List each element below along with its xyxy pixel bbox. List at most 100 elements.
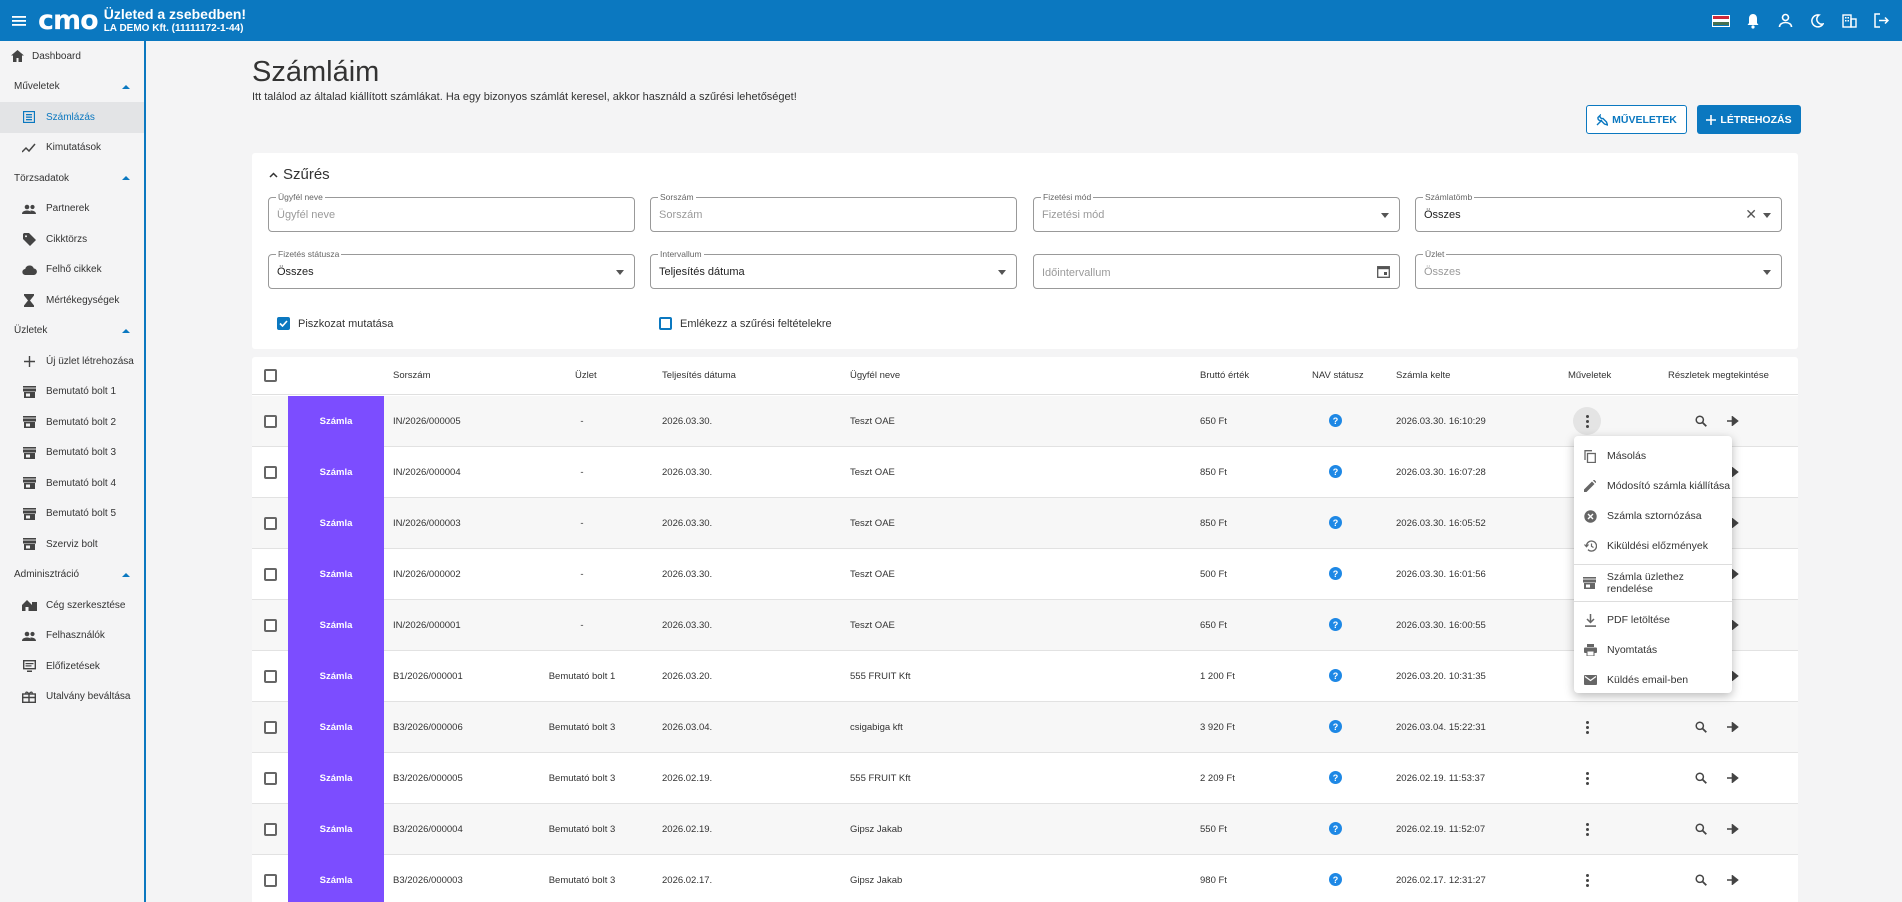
sidebar-item-new-store[interactable]: Új üzlet létrehozása [0, 346, 144, 377]
calendar-icon[interactable] [1377, 265, 1390, 278]
invoice-block-select[interactable]: Számlatömb Összes ✕ [1415, 192, 1782, 232]
menu-item-copy[interactable]: Másolás [1574, 441, 1732, 471]
table-row[interactable]: Számla B3/2026/000005 Bemutató bolt 3 2026.… [252, 753, 1798, 804]
more-vert-icon[interactable] [1579, 769, 1595, 787]
table-row[interactable]: Számla B3/2026/000006 Bemutató bolt 3 2026.… [252, 702, 1798, 753]
search-icon[interactable] [1693, 821, 1709, 837]
remember-filters-option[interactable]: Emlékezz a szűrési feltételekre [659, 317, 832, 330]
nav-status-icon[interactable]: ? [1329, 618, 1342, 631]
user-icon[interactable] [1776, 12, 1794, 30]
interval-select[interactable]: Intervallum Teljesítés dátuma [650, 249, 1017, 289]
arrow-right-icon[interactable] [1725, 770, 1741, 786]
table-row[interactable]: Számla IN/2026/000005 - 2026.03.30. Teszt OA… [252, 396, 1798, 447]
payment-method-select[interactable]: Fizetési mód Fizetési mód [1033, 192, 1400, 232]
sidebar-item-store-2[interactable]: Bemutató bolt 2 [0, 407, 144, 438]
search-icon[interactable] [1693, 770, 1709, 786]
nav-status-icon[interactable]: ? [1329, 771, 1342, 784]
nav-status-icon[interactable]: ? [1329, 822, 1342, 835]
menu-item-send-email[interactable]: Küldés email-ben [1574, 665, 1732, 695]
row-checkbox[interactable] [264, 721, 277, 734]
show-drafts-checkbox[interactable] [277, 317, 290, 330]
store-select[interactable]: Üzlet Összes [1415, 249, 1782, 289]
show-drafts-option[interactable]: Piszkozat mutatása [277, 317, 393, 330]
customer-name-field[interactable]: Ügyfél neve Ügyfél neve [268, 192, 635, 232]
menu-item-print[interactable]: Nyomtatás [1574, 635, 1732, 665]
arrow-right-icon[interactable] [1725, 719, 1741, 735]
nav-status-icon[interactable]: ? [1329, 465, 1342, 478]
menu-item-cancel[interactable]: Számla sztornózása [1574, 501, 1732, 531]
more-vert-icon[interactable] [1579, 820, 1595, 838]
nav-status-icon[interactable]: ? [1329, 669, 1342, 682]
sidebar-item-invoicing[interactable]: Számlázás [0, 102, 144, 133]
nav-status-icon[interactable]: ? [1329, 873, 1342, 886]
filter-toggle[interactable]: Szűrés [269, 166, 330, 183]
bell-icon[interactable] [1744, 12, 1762, 30]
sidebar-section-stores[interactable]: Üzletek [0, 316, 144, 347]
nav-status-icon[interactable]: ? [1329, 414, 1342, 427]
nav-status-icon[interactable]: ? [1329, 567, 1342, 580]
more-vert-icon[interactable] [1573, 407, 1601, 435]
sidebar-item-partners[interactable]: Partnerek [0, 194, 144, 225]
arrow-right-icon[interactable] [1725, 821, 1741, 837]
create-button[interactable]: LÉTREHOZÁS [1697, 105, 1801, 134]
sidebar-item-edit-company[interactable]: Cég szerkesztése [0, 590, 144, 621]
row-checkbox[interactable] [264, 772, 277, 785]
search-icon[interactable] [1693, 872, 1709, 888]
logout-icon[interactable] [1872, 12, 1890, 30]
table-row[interactable]: Számla B3/2026/000004 Bemutató bolt 3 2026.… [252, 804, 1798, 855]
table-row[interactable]: Számla B1/2026/000001 Bemutató bolt 1 2026.… [252, 651, 1798, 702]
row-checkbox[interactable] [264, 517, 277, 530]
sidebar-item-cloud-items[interactable]: Felhő cikkek [0, 255, 144, 286]
table-row[interactable]: Számla IN/2026/000004 - 2026.03.30. Teszt OA… [252, 447, 1798, 498]
remember-filters-checkbox[interactable] [659, 317, 672, 330]
sidebar-item-items[interactable]: Cikktörzs [0, 224, 144, 255]
search-icon[interactable] [1693, 413, 1709, 429]
operations-button[interactable]: MŰVELETEK [1586, 105, 1687, 134]
table-row[interactable]: Számla IN/2026/000001 - 2026.03.30. Teszt OA… [252, 600, 1798, 651]
dark-mode-icon[interactable] [1808, 12, 1826, 30]
arrow-right-icon[interactable] [1725, 872, 1741, 888]
sidebar-item-subscriptions[interactable]: Előfizetések [0, 651, 144, 682]
sidebar-section-master-data[interactable]: Törzsadatok [0, 163, 144, 194]
select-all-checkbox[interactable] [264, 369, 277, 382]
logo[interactable]: cmo [38, 7, 99, 34]
hamburger-menu-icon[interactable] [0, 0, 38, 41]
sidebar-item-units[interactable]: Mértékegységek [0, 285, 144, 316]
sidebar-item-users[interactable]: Felhasználók [0, 621, 144, 652]
nav-status-icon[interactable]: ? [1329, 720, 1342, 733]
serial-number-field[interactable]: Sorszám Sorszám [650, 192, 1017, 232]
sidebar-item-service-store[interactable]: Szerviz bolt [0, 529, 144, 560]
more-vert-icon[interactable] [1579, 871, 1595, 889]
menu-item-history[interactable]: Kiküldési előzmények [1574, 531, 1732, 561]
sidebar-item-store-1[interactable]: Bemutató bolt 1 [0, 377, 144, 408]
menu-item-modify[interactable]: Módosító számla kiállítása [1574, 471, 1732, 501]
menu-item-download-pdf[interactable]: PDF letöltése [1574, 605, 1732, 635]
sidebar-section-operations[interactable]: Műveletek [0, 72, 144, 103]
table-row[interactable]: Számla B3/2026/000003 Bemutató bolt 3 2026.… [252, 855, 1798, 902]
sidebar-item-store-3[interactable]: Bemutató bolt 3 [0, 438, 144, 469]
sidebar-item-store-5[interactable]: Bemutató bolt 5 [0, 499, 144, 530]
row-checkbox[interactable] [264, 415, 277, 428]
arrow-right-icon[interactable] [1725, 413, 1741, 429]
payment-status-select[interactable]: Fizetés státusza Összes [268, 249, 635, 289]
table-row[interactable]: Számla IN/2026/000002 - 2026.03.30. Teszt OA… [252, 549, 1798, 600]
time-interval-field[interactable]: Időintervallum [1033, 254, 1400, 289]
row-checkbox[interactable] [264, 568, 277, 581]
more-vert-icon[interactable] [1579, 718, 1595, 736]
row-checkbox[interactable] [264, 619, 277, 632]
row-checkbox[interactable] [264, 670, 277, 683]
row-checkbox[interactable] [264, 823, 277, 836]
row-checkbox[interactable] [264, 466, 277, 479]
sidebar-item-reports[interactable]: Kimutatások [0, 133, 144, 164]
clear-icon[interactable]: ✕ [1745, 206, 1757, 223]
search-icon[interactable] [1693, 719, 1709, 735]
sidebar-item-dashboard[interactable]: Dashboard [0, 41, 144, 72]
sidebar-item-store-4[interactable]: Bemutató bolt 4 [0, 468, 144, 499]
menu-item-assign-store[interactable]: Számla üzlethez rendelése [1574, 568, 1732, 598]
row-checkbox[interactable] [264, 874, 277, 887]
nav-status-icon[interactable]: ? [1329, 516, 1342, 529]
company-icon[interactable] [1840, 12, 1858, 30]
sidebar-item-voucher[interactable]: Utalvány beváltása [0, 682, 144, 713]
sidebar-section-admin[interactable]: Adminisztráció [0, 560, 144, 591]
table-row[interactable]: Számla IN/2026/000003 - 2026.03.30. Teszt OA… [252, 498, 1798, 549]
